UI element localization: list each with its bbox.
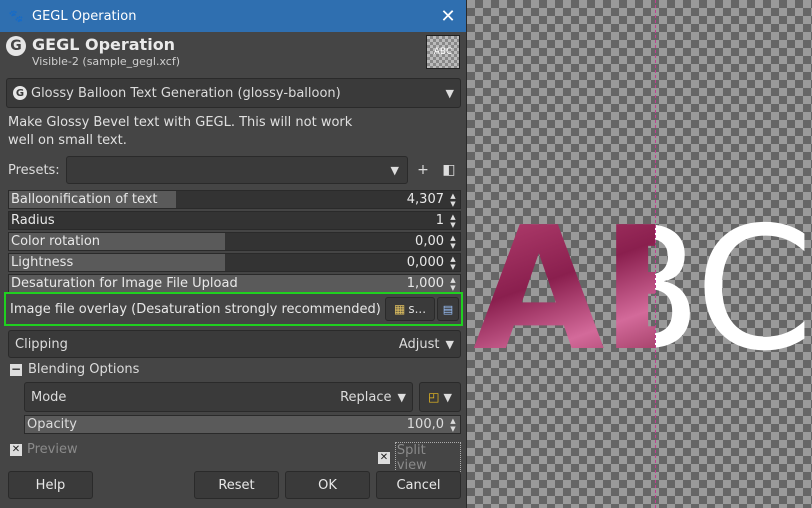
header-title: GEGL Operation (32, 35, 176, 54)
canvas-text-preview: ABC (473, 205, 655, 375)
gegl-small-icon: G (13, 86, 27, 100)
checkbox-x-icon: ✕ (378, 452, 390, 464)
cancel-button[interactable]: Cancel (376, 471, 461, 499)
slider-value: 0,00 (415, 234, 444, 249)
collapse-icon[interactable]: − (10, 363, 22, 376)
slider-balloonification[interactable]: Balloonification of text 4,307 ▲ ▼ (8, 190, 461, 209)
opacity-value: 100,0 (406, 417, 444, 432)
window-titlebar[interactable]: 🐾 GEGL Operation ✕ (0, 0, 466, 32)
slider-color-rotation[interactable]: Color rotation 0,00 ▲ ▼ (8, 232, 461, 251)
presets-select[interactable]: ▼ (66, 156, 408, 184)
layer-thumbnail: ABC (426, 35, 460, 69)
mode-row: Mode Replace ▼ ◰ ▼ (24, 382, 461, 412)
composite-icon: ◰ (428, 390, 440, 404)
chevron-down-icon: ▼ (445, 337, 454, 351)
preview-label: Preview (27, 442, 78, 457)
clipping-select[interactable]: Clipping Adjust ▼ (8, 330, 461, 358)
preset-menu-icon[interactable]: ◧ (438, 162, 460, 178)
chevron-down-icon: ▼ (443, 390, 452, 404)
split-view-checkbox[interactable]: ✕ Split view (378, 442, 461, 474)
operation-select-label: Glossy Balloon Text Generation (glossy-b… (31, 85, 341, 101)
slider-value: 0,000 (406, 255, 444, 270)
blending-options-label: Blending Options (28, 362, 140, 377)
spin-arrows-icon[interactable]: ▲ ▼ (448, 192, 458, 208)
window-title: GEGL Operation (32, 8, 137, 24)
slider-value: 1 (435, 213, 444, 228)
close-icon[interactable]: ✕ (438, 6, 458, 27)
help-button[interactable]: Help (8, 471, 93, 499)
presets-row: Presets: ▼ + ◧ (8, 155, 461, 185)
slider-label: Color rotation (11, 234, 101, 249)
spin-arrows-icon[interactable]: ▲ ▼ (448, 213, 458, 229)
slider-radius[interactable]: Radius 1 ▲ ▼ (8, 211, 461, 230)
spin-arrows-icon[interactable]: ▲ ▼ (448, 417, 458, 433)
clipping-label: Clipping (15, 336, 68, 352)
composite-mode-button[interactable]: ◰ ▼ (419, 382, 461, 412)
chevron-down-icon: ▼ (445, 86, 454, 100)
slider-label: Desaturation for Image File Upload (11, 276, 238, 291)
slider-label: Lightness (11, 255, 74, 270)
gegl-operation-dialog: 🐾 GEGL Operation ✕ G GEGL Operation Visi… (0, 0, 467, 508)
dialog-header: G GEGL Operation Visible-2 (sample_gegl.… (6, 33, 460, 73)
slider-value: 1,000 (406, 276, 444, 291)
slider-label: Radius (11, 213, 55, 228)
parameter-sliders: Balloonification of text 4,307 ▲ ▼ Radius… (8, 190, 461, 295)
gimp-app-icon: 🐾 (8, 9, 24, 23)
canvas-text-original: ABC (655, 205, 812, 375)
mode-value: Replace (340, 389, 392, 405)
file-chooser-button[interactable]: ▦ s... (385, 297, 435, 321)
opacity-slider[interactable]: Opacity 100,0 ▲ ▼ (24, 415, 461, 434)
gegl-logo-icon: G (6, 36, 26, 56)
ok-button[interactable]: OK (285, 471, 370, 499)
thumbnail-text: ABC (433, 47, 453, 57)
opacity-label: Opacity (27, 417, 78, 432)
view-options: ✕ Preview ✕ Split view (10, 440, 461, 474)
file-chooser-label: s... (408, 302, 427, 316)
chevron-down-icon: ▼ (397, 390, 406, 404)
slider-label: Balloonification of text (11, 192, 158, 207)
chevron-down-icon: ▼ (390, 163, 399, 177)
presets-label: Presets: (8, 162, 60, 178)
reset-button[interactable]: Reset (194, 471, 279, 499)
slider-desaturation[interactable]: Desaturation for Image File Upload 1,000… (8, 274, 461, 293)
mode-select[interactable]: Mode Replace ▼ (24, 382, 413, 412)
checkbox-x-icon: ✕ (10, 443, 22, 456)
open-file-icon[interactable]: ▤ (437, 297, 459, 321)
image-canvas[interactable]: ABC ABC (467, 0, 812, 508)
mode-label: Mode (31, 389, 67, 405)
slider-lightness[interactable]: Lightness 0,000 ▲ ▼ (8, 253, 461, 272)
spin-arrows-icon[interactable]: ▲ ▼ (448, 234, 458, 250)
dialog-buttons: Help Reset OK Cancel (8, 471, 461, 499)
clipping-value: Adjust (398, 336, 440, 352)
add-preset-icon[interactable]: + (412, 162, 434, 178)
image-file-overlay-row: Image file overlay (Desaturation strongl… (4, 292, 463, 326)
split-guide-line[interactable] (655, 0, 656, 508)
operation-description: Make Glossy Bevel text with GEGL. This w… (8, 115, 353, 148)
header-subtitle: Visible-2 (sample_gegl.xcf) (32, 55, 180, 68)
spin-arrows-icon[interactable]: ▲ ▼ (448, 255, 458, 271)
slider-value: 4,307 (406, 192, 444, 207)
blending-options-toggle[interactable]: − Blending Options (10, 362, 139, 377)
file-icon: ▦ (393, 302, 406, 316)
split-view-label: Split view (394, 442, 461, 474)
spin-arrows-icon[interactable]: ▲ ▼ (448, 276, 458, 292)
overlay-label: Image file overlay (Desaturation strongl… (10, 301, 381, 317)
preview-checkbox[interactable]: ✕ Preview (10, 442, 78, 457)
operation-select[interactable]: G Glossy Balloon Text Generation (glossy… (6, 78, 461, 108)
